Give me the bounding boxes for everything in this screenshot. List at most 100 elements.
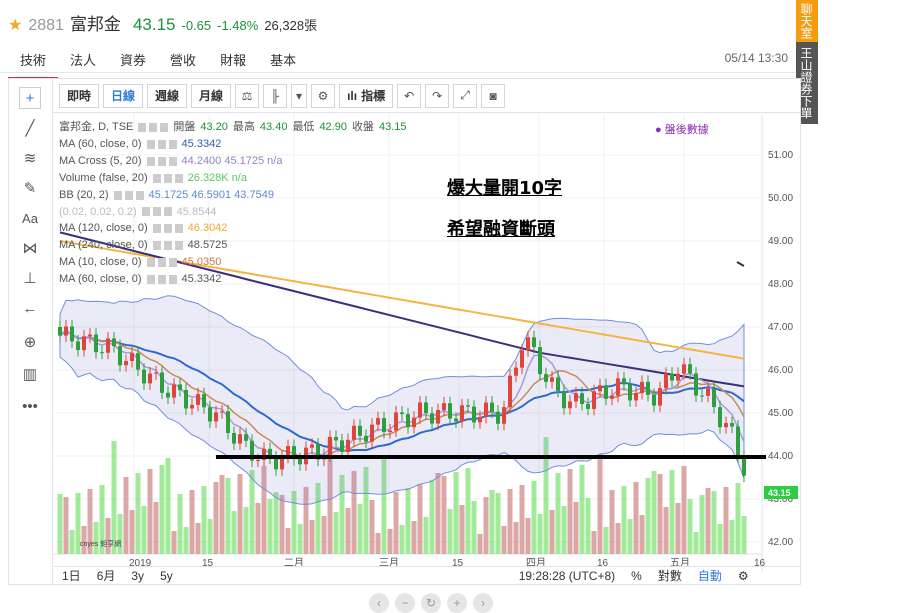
indicators-button[interactable]: ılı 指標 [339, 83, 394, 108]
tab-basic[interactable]: 基本 [258, 48, 308, 79]
volume-bar [531, 481, 537, 554]
quote-header: ★ 2881 富邦金 43.15 -0.65 -1.48% 26,328張 [8, 10, 317, 35]
volume-bar [489, 490, 495, 554]
interval-monthly-button[interactable]: 月線 [191, 83, 232, 108]
candle-body [526, 337, 530, 351]
legend-controls[interactable] [152, 224, 183, 234]
indicators-label: 指標 [361, 89, 386, 103]
candle-body [598, 385, 602, 392]
candle-body [448, 403, 452, 419]
range-1d[interactable]: 1日 [54, 567, 89, 584]
legend-row: BB (20, 2) 45.1725 46.5901 43.7549 [59, 187, 407, 204]
volume-bar [255, 503, 261, 554]
volume-bar [669, 470, 675, 554]
candle-body [58, 327, 62, 336]
percent-toggle[interactable]: % [623, 569, 650, 583]
current-price-label: 43.15 [768, 488, 791, 498]
candle-body [106, 338, 110, 353]
volume-bar [393, 492, 399, 554]
legend-controls[interactable] [146, 139, 177, 149]
zoom-out-icon[interactable]: − [395, 593, 415, 613]
fullscreen-icon[interactable]: ⤢ [453, 83, 478, 108]
chevron-down-icon[interactable]: ▾ [291, 83, 308, 108]
more-icon[interactable]: ••• [19, 395, 41, 417]
volume-bar [627, 519, 633, 554]
candle-body [688, 364, 692, 374]
pattern-icon[interactable]: ⋈ [19, 237, 41, 259]
range-5y[interactable]: 5y [152, 569, 181, 583]
candle-body [196, 394, 200, 405]
tab-revenue[interactable]: 營收 [158, 48, 208, 79]
settings-gear-icon[interactable]: ⚙ [311, 83, 336, 108]
tab-financials[interactable]: 財報 [208, 48, 258, 79]
favorite-star-icon[interactable]: ★ [8, 15, 22, 35]
reset-icon[interactable]: ↻ [421, 593, 441, 613]
interval-weekly-button[interactable]: 週線 [147, 83, 188, 108]
legend-value: 46.3042 [187, 222, 228, 235]
tab-margin[interactable]: 資券 [108, 48, 158, 79]
range-3y[interactable]: 3y [123, 569, 152, 583]
candle-body [442, 403, 446, 410]
price-tick: 45.00 [768, 408, 793, 419]
tabs-divider [0, 72, 795, 73]
volume-bar [159, 465, 165, 554]
auto-toggle[interactable]: 自動 [690, 567, 730, 584]
legend-controls[interactable] [141, 207, 172, 217]
drawing-toolbar: + ╱ ≋ ✎ Aa ⋈ ⊥ ← ⊕ ▥ ••• [9, 79, 53, 584]
indicator-legend: 富邦金, D, TSE 開盤 43.20 最高 43.40 最低 42.90 收… [59, 119, 407, 288]
legend-controls[interactable] [152, 241, 183, 251]
after-hours-text: 盤後數據 [664, 124, 709, 136]
legend-controls[interactable] [146, 258, 177, 268]
chatroom-button[interactable]: 聊天室 [796, 0, 818, 42]
volume-bar [675, 503, 681, 554]
zoom-in-icon[interactable]: + [447, 593, 467, 613]
interval-daily-button[interactable]: 日線 [103, 83, 144, 108]
tab-technical[interactable]: 技術 [8, 48, 59, 79]
undo-icon[interactable]: ↶ [397, 83, 422, 108]
after-hours-label[interactable]: ● 盤後數據 [655, 121, 709, 137]
candle-body [436, 409, 440, 424]
candle-body [298, 459, 302, 465]
arrow-left-icon[interactable]: ← [19, 297, 41, 319]
dot-icon: ● [655, 124, 662, 136]
fib-icon[interactable]: ≋ [19, 147, 41, 169]
settings-icon[interactable]: ⚙ [730, 569, 757, 583]
volume-bar [219, 475, 225, 554]
candle-body [82, 336, 86, 351]
text-icon[interactable]: Aa [19, 207, 41, 229]
zoom-icon[interactable]: ⊕ [19, 331, 41, 353]
legend-controls[interactable] [146, 156, 177, 166]
volume-bar [309, 520, 315, 554]
candle-body [112, 338, 116, 347]
volume-bar [141, 506, 147, 554]
volume-bar [213, 482, 219, 554]
candle-body [736, 426, 740, 457]
price-tick: 49.00 [768, 236, 793, 247]
brush-icon[interactable]: ✎ [19, 177, 41, 199]
volume-bar [81, 526, 87, 554]
legend-controls[interactable] [113, 190, 144, 200]
candle-type-icon[interactable]: ╟ [263, 83, 288, 108]
trend-line-icon[interactable]: ╱ [19, 117, 41, 139]
scroll-left-icon[interactable]: ‹ [369, 593, 389, 613]
scroll-right-icon[interactable]: › [473, 593, 493, 613]
camera-icon[interactable]: ◙ [481, 83, 506, 108]
volume-bar [519, 485, 525, 554]
crosshair-icon[interactable]: + [19, 87, 41, 109]
candle-body [532, 337, 536, 348]
measure-icon[interactable]: ⊥ [19, 267, 41, 289]
interval-realtime-button[interactable]: 即時 [59, 83, 100, 108]
volume-bar [369, 500, 375, 554]
range-6m[interactable]: 6月 [89, 567, 124, 584]
ruler-icon[interactable]: ▥ [19, 363, 41, 385]
legend-controls[interactable] [146, 275, 177, 285]
candle-body [676, 373, 680, 381]
price-tick: 42.00 [768, 537, 793, 548]
legend-controls[interactable] [138, 122, 169, 132]
close-label: 收盤 [351, 121, 374, 133]
log-toggle[interactable]: 對數 [650, 567, 690, 584]
redo-icon[interactable]: ↷ [425, 83, 450, 108]
tab-institutional[interactable]: 法人 [58, 48, 108, 79]
compare-icon[interactable]: ⚖ [235, 83, 260, 108]
legend-controls[interactable] [152, 173, 183, 183]
